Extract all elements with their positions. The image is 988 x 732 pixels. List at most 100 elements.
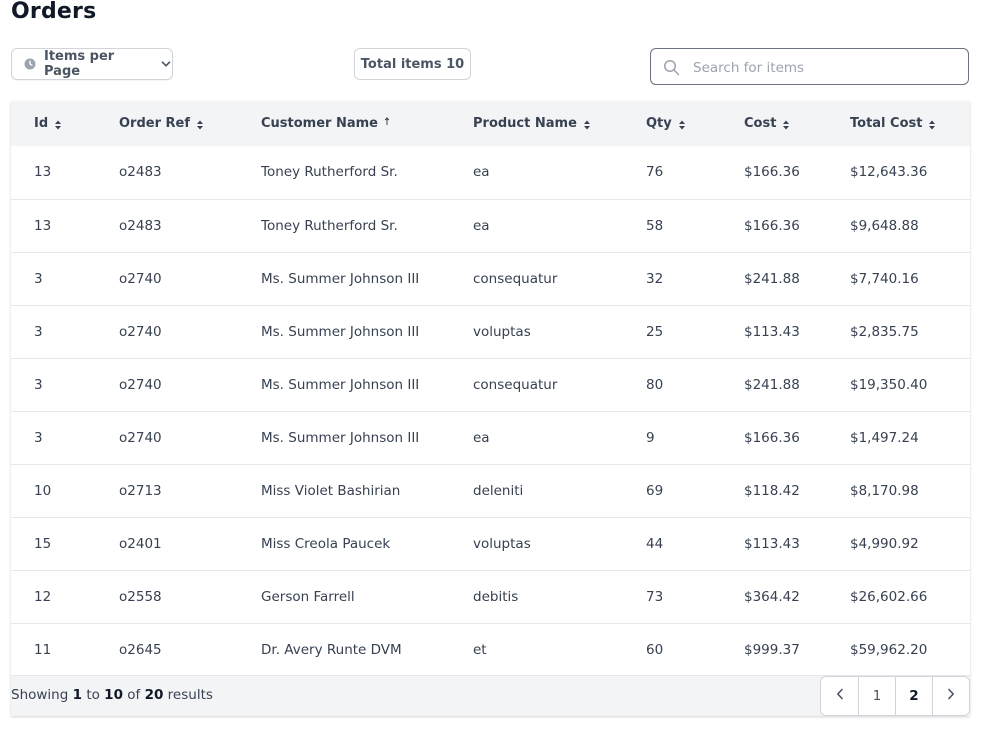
cell-total-cost: $12,643.36 bbox=[850, 164, 928, 181]
cell-order-ref: o2483 bbox=[119, 164, 162, 181]
cell-product-name: deleniti bbox=[473, 482, 524, 499]
column-header-qty[interactable]: Qty bbox=[646, 101, 744, 146]
cell-product-name: voluptas bbox=[473, 535, 531, 552]
column-header-total-cost[interactable]: Total Cost bbox=[850, 101, 970, 146]
cell-total-cost: $1,497.24 bbox=[850, 429, 919, 446]
search-input[interactable] bbox=[691, 49, 965, 86]
showing-label: Showing bbox=[11, 687, 69, 703]
cell-product-name: ea bbox=[473, 217, 490, 234]
items-per-page-label: Items per Page bbox=[44, 49, 115, 79]
total-items-badge: Total items 10 bbox=[354, 48, 471, 80]
cell-cost: $113.43 bbox=[744, 323, 800, 340]
table-row[interactable]: 10 o2713 Miss Violet Bashirian deleniti 69 $1… bbox=[11, 464, 970, 517]
cell-id: 11 bbox=[34, 641, 52, 658]
cell-product-name: ea bbox=[473, 429, 490, 446]
page-button-2[interactable]: 2 bbox=[895, 677, 932, 715]
table-row[interactable]: 15 o2401 Miss Creola Paucek voluptas 44 $113.… bbox=[11, 517, 970, 570]
cell-order-ref: o2740 bbox=[119, 270, 162, 287]
cell-customer-name: Ms. Summer Johnson III bbox=[261, 270, 420, 287]
table-row[interactable]: 13 o2483 Toney Rutherford Sr. ea 58 $166.36 $9… bbox=[11, 199, 970, 252]
cell-qty: 9 bbox=[646, 429, 655, 446]
chevron-left-icon bbox=[835, 688, 845, 704]
cell-customer-name: Toney Rutherford Sr. bbox=[261, 217, 398, 234]
cell-id: 13 bbox=[34, 217, 52, 234]
column-header-label: Customer Name bbox=[261, 116, 378, 131]
cell-qty: 80 bbox=[646, 376, 664, 393]
cell-id: 3 bbox=[34, 270, 43, 287]
of-label: of bbox=[127, 687, 141, 703]
cell-id: 12 bbox=[34, 588, 52, 605]
clock-icon bbox=[24, 58, 36, 70]
cell-id: 10 bbox=[34, 482, 52, 499]
table-row[interactable]: 13 o2483 Toney Rutherford Sr. ea 76 $166.36 $1… bbox=[11, 146, 970, 199]
sort-ascending-icon bbox=[384, 116, 390, 126]
sort-icon bbox=[782, 119, 790, 129]
cell-total-cost: $2,835.75 bbox=[850, 323, 919, 340]
cell-order-ref: o2740 bbox=[119, 376, 162, 393]
sort-icon bbox=[583, 119, 591, 129]
cell-id: 3 bbox=[34, 323, 43, 340]
search-box bbox=[650, 48, 969, 86]
results-to: 10 bbox=[104, 687, 123, 703]
cell-id: 13 bbox=[34, 164, 52, 181]
column-header-label: Cost bbox=[744, 116, 777, 131]
cell-order-ref: o2740 bbox=[119, 323, 162, 340]
pagination: 12 bbox=[820, 676, 970, 716]
orders-table-card: Id Order Ref Customer Name Product Name Qty C… bbox=[11, 101, 970, 716]
table-row[interactable]: 11 o2645 Dr. Avery Runte DVM et 60 $999.37 $59… bbox=[11, 623, 970, 676]
cell-id: 3 bbox=[34, 376, 43, 393]
items-per-page-dropdown[interactable]: Items per Page bbox=[11, 48, 173, 80]
cell-total-cost: $26,602.66 bbox=[850, 588, 928, 605]
table-footer: Showing 1 to 10 of 20 results 12 bbox=[11, 675, 970, 716]
cell-product-name: ea bbox=[473, 164, 490, 181]
cell-customer-name: Ms. Summer Johnson III bbox=[261, 376, 420, 393]
column-header-customer-name[interactable]: Customer Name bbox=[261, 101, 473, 146]
cell-cost: $166.36 bbox=[744, 164, 800, 181]
cell-cost: $241.88 bbox=[744, 376, 800, 393]
cell-id: 3 bbox=[34, 429, 43, 446]
next-page-button[interactable] bbox=[932, 677, 969, 715]
results-label: results bbox=[167, 687, 213, 703]
previous-page-button[interactable] bbox=[821, 677, 858, 715]
cell-qty: 60 bbox=[646, 641, 664, 658]
cell-qty: 58 bbox=[646, 217, 664, 234]
sort-icon bbox=[196, 119, 204, 129]
table-row[interactable]: 3 o2740 Ms. Summer Johnson III ea 9 $166.36 $1… bbox=[11, 411, 970, 464]
table-body: 13 o2483 Toney Rutherford Sr. ea 76 $166.36 $1… bbox=[11, 146, 970, 676]
column-header-id[interactable]: Id bbox=[11, 101, 119, 146]
cell-cost: $999.37 bbox=[744, 641, 800, 658]
cell-order-ref: o2645 bbox=[119, 641, 162, 658]
column-header-cost[interactable]: Cost bbox=[744, 101, 850, 146]
table-row[interactable]: 12 o2558 Gerson Farrell debitis 73 $364.42 $26… bbox=[11, 570, 970, 623]
cell-cost: $113.43 bbox=[744, 535, 800, 552]
cell-qty: 76 bbox=[646, 164, 664, 181]
cell-total-cost: $7,740.16 bbox=[850, 270, 919, 287]
table-row[interactable]: 3 o2740 Ms. Summer Johnson III voluptas 25 $1… bbox=[11, 305, 970, 358]
cell-qty: 73 bbox=[646, 588, 664, 605]
chevron-right-icon bbox=[946, 688, 956, 704]
cell-product-name: consequatur bbox=[473, 376, 558, 393]
table-row[interactable]: 3 o2740 Ms. Summer Johnson III consequatur 8… bbox=[11, 358, 970, 411]
page-button-1[interactable]: 1 bbox=[858, 677, 895, 715]
table-row[interactable]: 3 o2740 Ms. Summer Johnson III consequatur 3… bbox=[11, 252, 970, 305]
cell-id: 15 bbox=[34, 535, 52, 552]
cell-cost: $166.36 bbox=[744, 429, 800, 446]
results-from: 1 bbox=[72, 687, 83, 703]
column-header-label: Product Name bbox=[473, 116, 577, 131]
cell-customer-name: Ms. Summer Johnson III bbox=[261, 323, 420, 340]
cell-total-cost: $4,990.92 bbox=[850, 535, 919, 552]
column-header-label: Qty bbox=[646, 116, 672, 131]
cell-qty: 44 bbox=[646, 535, 664, 552]
cell-total-cost: $59,962.20 bbox=[850, 641, 928, 658]
column-header-label: Order Ref bbox=[119, 116, 191, 131]
cell-order-ref: o2740 bbox=[119, 429, 162, 446]
column-header-product-name[interactable]: Product Name bbox=[473, 101, 646, 146]
cell-order-ref: o2558 bbox=[119, 588, 162, 605]
results-total: 20 bbox=[144, 687, 164, 703]
cell-cost: $241.88 bbox=[744, 270, 800, 287]
column-header-order-ref[interactable]: Order Ref bbox=[119, 101, 261, 146]
cell-customer-name: Miss Creola Paucek bbox=[261, 535, 391, 552]
cell-qty: 25 bbox=[646, 323, 664, 340]
cell-order-ref: o2713 bbox=[119, 482, 162, 499]
cell-order-ref: o2483 bbox=[119, 217, 162, 234]
